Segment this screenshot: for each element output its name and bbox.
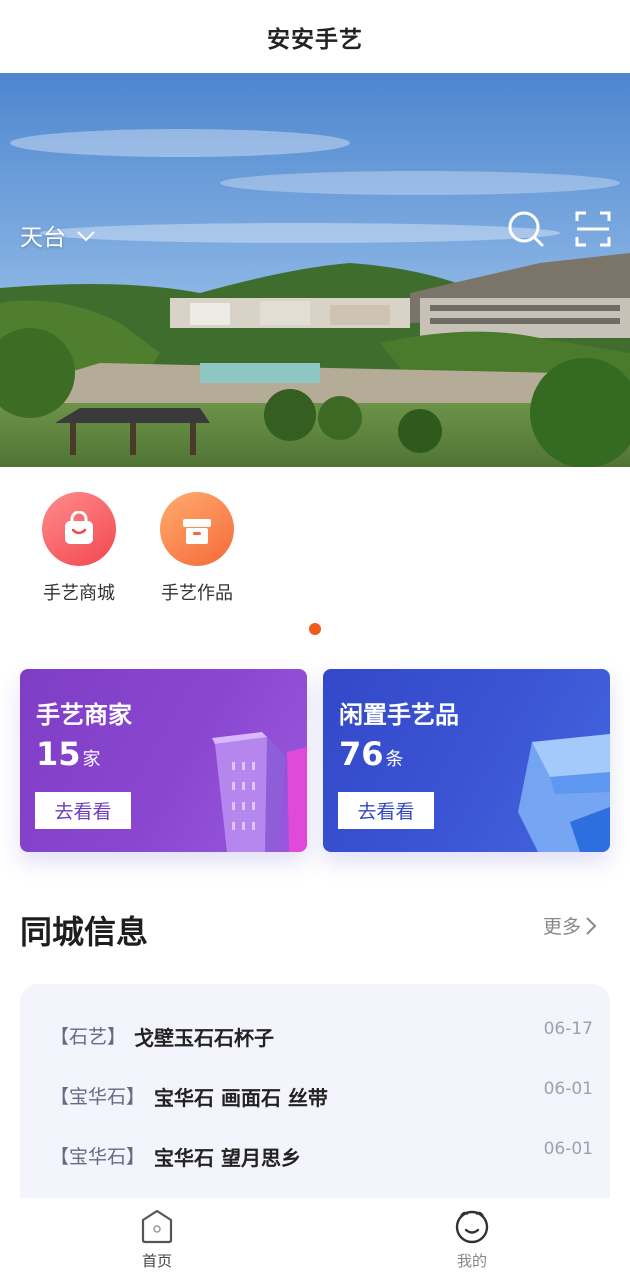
quick-entry-works[interactable]: 手艺作品 [142,492,252,605]
banner-photo [0,73,630,467]
more-link[interactable]: 更多 [543,912,597,939]
item-date: 06-01 [543,1139,593,1159]
section-title: 同城信息 [20,913,149,951]
item-tag: 【宝华石】 [50,1086,146,1108]
home-icon [141,1209,173,1244]
bottom-tab-bar: 首页 我的 [0,1198,630,1280]
item-tag: 【石艺】 [50,1026,127,1048]
list-item[interactable]: 【宝华石】 宝华石 画面石 丝带 06-01 [50,1079,593,1122]
item-title: 戈壁玉石石杯子 [134,1026,274,1050]
face-icon [455,1210,489,1244]
quick-entry-label: 手艺作品 [161,583,233,604]
scan-icon[interactable] [574,209,612,249]
chevron-right-icon [586,916,597,935]
quick-entry-shop[interactable]: 手艺商城 [24,492,134,605]
search-icon[interactable] [506,209,546,249]
card-title: 闲置手艺品 [339,701,459,729]
item-date: 06-17 [543,1019,593,1039]
view-merchants-button[interactable]: 去看看 [35,792,131,829]
more-label: 更多 [543,916,582,938]
card-title: 手艺商家 [36,701,132,729]
building-illustration [212,732,307,852]
tab-mine[interactable]: 我的 [432,1208,512,1271]
item-title: 宝华石 望月思乡 [154,1146,301,1170]
tab-home[interactable]: 首页 [117,1208,197,1271]
app-header: 安安手艺 [0,0,630,73]
card-count-number: 15 [36,735,81,773]
box-illustration [518,734,610,852]
list-item[interactable]: 【宝华石】 宝华石 望月思乡 06-01 [50,1139,593,1182]
card-count-unit: 条 [385,749,404,770]
item-title: 宝华石 画面石 丝带 [154,1086,328,1110]
chevron-down-icon [77,231,95,242]
city-selector[interactable]: 天台 [20,218,96,252]
card-count-unit: 家 [82,749,101,770]
card-count-number: 76 [339,735,384,773]
view-secondhand-button[interactable]: 去看看 [338,792,434,829]
card-count: 76 条 [339,735,404,773]
quick-entry-label: 手艺商城 [43,583,115,604]
page-title: 安安手艺 [267,26,363,53]
tab-label: 首页 [141,1252,172,1270]
card-count: 15 家 [36,735,101,773]
list-item[interactable]: 【石艺】 戈壁玉石石杯子 06-17 [50,1019,593,1062]
page-indicator-dot [309,623,321,635]
tab-label: 我的 [456,1252,487,1270]
local-news-list: 【石艺】 戈壁玉石石杯子 06-17 【宝华石】 宝华石 画面石 丝带 06-0… [20,984,610,1224]
item-date: 06-01 [543,1079,593,1099]
gift-box-icon [160,492,234,566]
hero-banner[interactable]: 天台 [0,73,630,467]
city-label: 天台 [20,225,66,251]
card-secondhand[interactable]: 闲置手艺品 76 条 去看看 [323,669,610,852]
shopping-bag-icon [42,492,116,566]
card-merchants[interactable]: 手艺商家 15 家 去看看 [20,669,307,852]
item-tag: 【宝华石】 [50,1146,146,1168]
